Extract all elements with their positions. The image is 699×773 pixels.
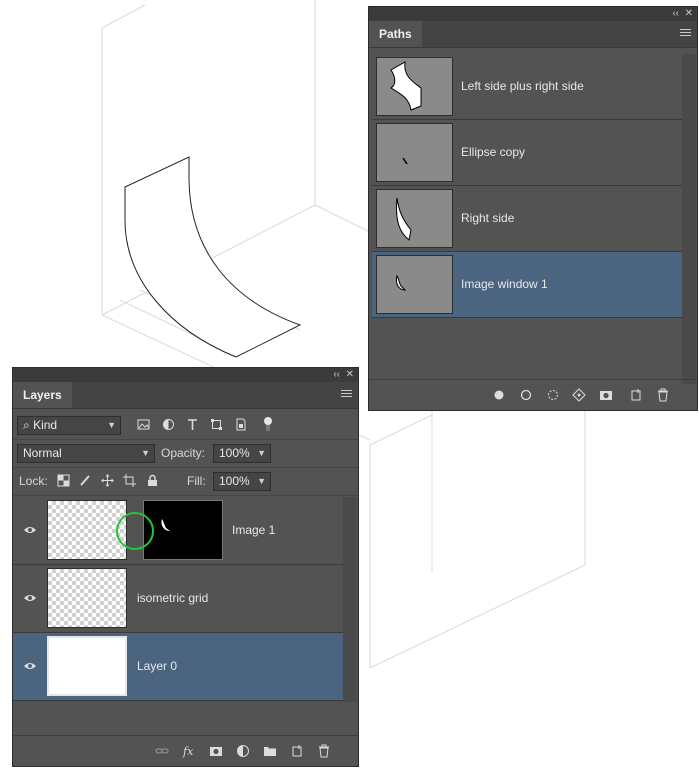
path-name: Left side plus right side <box>461 79 584 93</box>
delete-icon[interactable] <box>317 744 331 758</box>
chevron-down-icon: ▼ <box>257 476 266 486</box>
search-icon: ⌕ <box>23 418 34 432</box>
tab-layers[interactable]: Layers <box>13 382 72 408</box>
path-item[interactable]: Image window 1 <box>372 252 684 318</box>
add-mask-icon[interactable] <box>209 744 223 758</box>
adjustment-icon[interactable] <box>236 744 250 758</box>
new-layer-icon[interactable] <box>290 744 304 758</box>
stroke-path-icon[interactable] <box>519 388 533 402</box>
layer-item[interactable]: Image 1 <box>13 497 344 565</box>
blend-row: Normal ▼ Opacity: 100% ▼ <box>13 440 358 468</box>
fill-label: Fill: <box>187 474 206 488</box>
layers-tab-row: Layers <box>13 382 358 409</box>
lock-image-icon[interactable] <box>79 474 92 487</box>
paths-panel-topbar: ‹‹ ✕ <box>369 7 697 21</box>
fill-value: 100% <box>219 474 250 488</box>
layer-item[interactable]: Layer 0 <box>13 633 344 701</box>
highlight-circle <box>116 512 154 550</box>
path-name: Image window 1 <box>461 277 548 291</box>
path-item[interactable]: Ellipse copy <box>372 120 684 186</box>
paths-scrollbar[interactable] <box>682 54 696 384</box>
path-name: Right side <box>461 211 515 225</box>
lock-row: Lock: Fill: 100% ▼ <box>13 468 358 496</box>
paths-tab-row: Paths <box>369 21 697 48</box>
layers-footer: fx <box>13 735 358 766</box>
layers-scrollbar[interactable] <box>343 497 357 702</box>
layer-item[interactable]: isometric grid <box>13 565 344 633</box>
paths-footer <box>369 379 697 410</box>
paths-panel: ‹‹ ✕ Paths Left side plus right side Ell… <box>368 6 698 411</box>
lock-position-icon[interactable] <box>101 474 114 487</box>
filter-kind-value: Kind <box>33 418 58 432</box>
layer-list: Image 1 isometric grid Layer 0 <box>13 497 344 701</box>
layer-thumbnail <box>47 636 127 696</box>
opacity-field[interactable]: 100% ▼ <box>213 444 271 463</box>
path-item[interactable]: Right side <box>372 186 684 252</box>
new-path-icon[interactable] <box>629 388 643 402</box>
close-panel-button[interactable]: ✕ <box>685 7 693 21</box>
collapse-panel-button[interactable]: ‹‹ <box>672 7 679 21</box>
path-thumbnail <box>376 189 453 248</box>
blend-mode-value: Normal <box>23 446 62 460</box>
delete-icon[interactable] <box>656 388 670 402</box>
chevron-down-icon: ▼ <box>141 448 150 458</box>
opacity-value: 100% <box>219 446 250 460</box>
layer-name: Layer 0 <box>137 659 178 673</box>
layer-name: Image 1 <box>232 523 276 537</box>
panel-menu-icon[interactable] <box>680 29 691 39</box>
opacity-label: Opacity: <box>161 446 206 460</box>
type-filter-icon[interactable] <box>186 418 199 431</box>
filter-kind-dropdown[interactable]: ⌕ Kind ▼ <box>17 416 121 435</box>
adjustment-filter-icon[interactable] <box>162 418 175 431</box>
layers-panel-topbar: ‹‹ ✕ <box>13 368 358 382</box>
close-panel-button[interactable]: ✕ <box>346 368 354 382</box>
collapse-panel-button[interactable]: ‹‹ <box>333 368 340 382</box>
layer-mask-thumbnail[interactable] <box>143 500 223 560</box>
layers-panel: ‹‹ ✕ Layers ⌕ Kind ▼ Normal ▼ Opacity: 100… <box>12 367 359 767</box>
path-item[interactable]: Left side plus right side <box>372 54 684 120</box>
chevron-down-icon: ▼ <box>107 420 116 430</box>
layer-name: isometric grid <box>137 591 209 605</box>
lock-transparent-icon[interactable] <box>57 474 70 487</box>
panel-menu-icon[interactable] <box>341 390 352 400</box>
fill-path-icon[interactable] <box>492 388 506 402</box>
pixel-filter-icon[interactable] <box>137 418 150 431</box>
blend-mode-dropdown[interactable]: Normal ▼ <box>17 444 155 463</box>
chevron-down-icon: ▼ <box>257 448 266 458</box>
path-thumbnail <box>376 123 453 182</box>
smart-object-filter-icon[interactable] <box>234 418 247 431</box>
fill-field[interactable]: 100% ▼ <box>213 472 271 491</box>
load-selection-icon[interactable] <box>546 388 560 402</box>
visibility-eye-icon[interactable] <box>23 661 37 671</box>
path-name: Ellipse copy <box>461 145 526 159</box>
layer-thumbnail <box>47 568 127 628</box>
make-work-path-icon[interactable] <box>572 388 586 402</box>
lock-all-icon[interactable] <box>146 474 159 487</box>
visibility-eye-icon[interactable] <box>23 525 37 535</box>
add-mask-icon[interactable] <box>599 388 613 402</box>
shape-filter-icon[interactable] <box>210 418 223 431</box>
path-thumbnail <box>376 255 453 314</box>
lock-artboard-icon[interactable] <box>123 474 136 487</box>
path-list: Left side plus right side Ellipse copy R… <box>372 54 684 318</box>
visibility-eye-icon[interactable] <box>23 593 37 603</box>
link-icon[interactable] <box>155 744 169 758</box>
filter-toggle-icon[interactable] <box>261 416 275 432</box>
svg-text:fx: fx <box>182 745 194 758</box>
filter-row: ⌕ Kind ▼ <box>13 412 358 440</box>
group-icon[interactable] <box>263 744 277 758</box>
path-thumbnail <box>376 57 453 116</box>
fx-icon[interactable]: fx <box>182 744 196 758</box>
tab-paths[interactable]: Paths <box>369 21 422 47</box>
lock-label: Lock: <box>19 474 48 488</box>
